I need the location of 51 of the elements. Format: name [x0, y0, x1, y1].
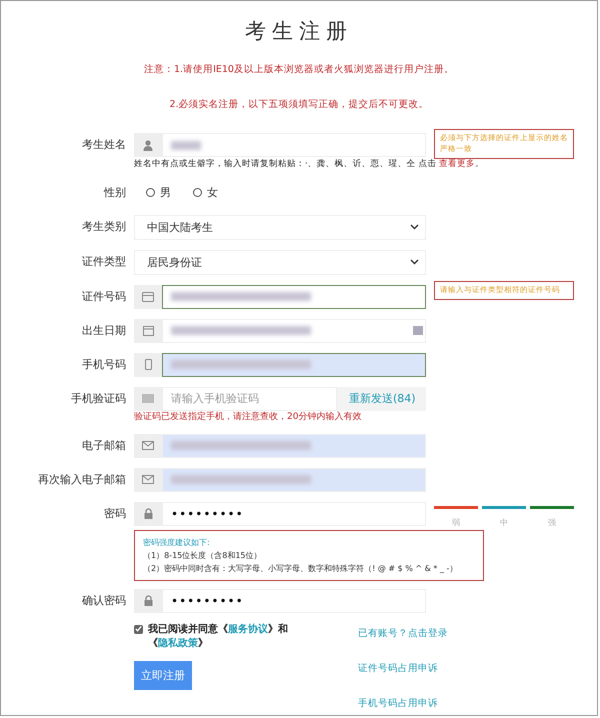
field-label: 证件类型	[81, 254, 126, 270]
field-label: 考生姓名	[81, 137, 126, 153]
tip-line: （1）8-15位长度（含8和15位）	[143, 550, 263, 561]
field-label: 密码	[103, 506, 126, 522]
radio-option[interactable]: 男	[146, 185, 171, 200]
radio-option[interactable]: 女	[193, 185, 218, 200]
person-icon	[143, 140, 153, 150]
strength-label: 强	[548, 516, 556, 528]
password-field[interactable]: •••••••••	[162, 502, 426, 526]
chevron-icon	[410, 224, 419, 230]
field-label: 再次输入电子邮箱	[37, 472, 126, 488]
card-icon	[142, 292, 154, 302]
field-label: 性别	[102, 184, 126, 201]
chevron-icon	[410, 259, 419, 266]
field-label: 电子邮箱	[81, 438, 126, 454]
mail-icon	[142, 475, 154, 484]
side-link[interactable]: 手机号码占用申诉	[358, 696, 448, 710]
field-label: 考生类别	[81, 218, 126, 235]
name-hint-text: 姓名中有点或生僻字，输入时请复制粘贴：·、龚、枫、䜣、恧、瑆、仝 点击 查看更多。	[134, 159, 484, 171]
field-label: 手机验证码	[70, 390, 126, 407]
privacy-policy-link[interactable]: 隐私政策	[158, 638, 198, 649]
mail-icon	[142, 441, 154, 450]
notice-text: 注意：1.请使用IE10及以上版本浏览器或者火狐浏览器进行用户注册。	[143, 63, 455, 76]
barcode-icon	[142, 394, 154, 404]
strength-label: 中	[500, 516, 508, 528]
agreement-text: 我已阅读并同意《服务协议》和《隐私政策》	[148, 622, 289, 651]
field-label: 确认密码	[81, 592, 126, 609]
see-more-link[interactable]: 查看更多	[439, 159, 476, 169]
field-label: 证件号码	[81, 288, 126, 305]
tip-line: （2）密码中同时含有：大写字母、小写字母、数字和特殊字符（! @ # $ % ^ & * _ -）	[143, 562, 458, 574]
notice-text: 2.必须实名注册，以下五项须填写正确，提交后不可更改。	[168, 98, 430, 111]
register-button[interactable]: 立即注册	[134, 660, 192, 690]
checkbox[interactable]	[134, 624, 143, 634]
service-agreement-link[interactable]: 服务协议	[228, 624, 268, 635]
tip-title: 密码强度建议如下:	[143, 536, 211, 548]
field-label: 出生日期	[81, 322, 126, 339]
strength-label: 弱	[452, 516, 460, 528]
dropdown-field[interactable]: 居民身份证	[134, 250, 426, 275]
code-sent-message: 验证码已发送指定手机，请注意查收，20分钟内输入有效	[134, 412, 362, 424]
side-link[interactable]: 证件号码占用申诉	[358, 662, 448, 675]
text-input-field[interactable]	[162, 352, 426, 377]
lock-icon	[144, 595, 152, 606]
field-label: 手机号码	[81, 356, 126, 373]
dropdown-field[interactable]: 中国大陆考生	[134, 214, 426, 240]
password-field[interactable]: •••••••••	[162, 588, 426, 613]
side-link[interactable]: 已有账号？点击登录	[358, 626, 448, 640]
page-title: 考生注册	[244, 18, 354, 45]
code-input-field[interactable]: 请输入手机验证码	[162, 386, 337, 411]
lock-icon	[144, 508, 152, 520]
phone-icon	[144, 359, 152, 370]
text-input-field[interactable]	[162, 284, 426, 309]
